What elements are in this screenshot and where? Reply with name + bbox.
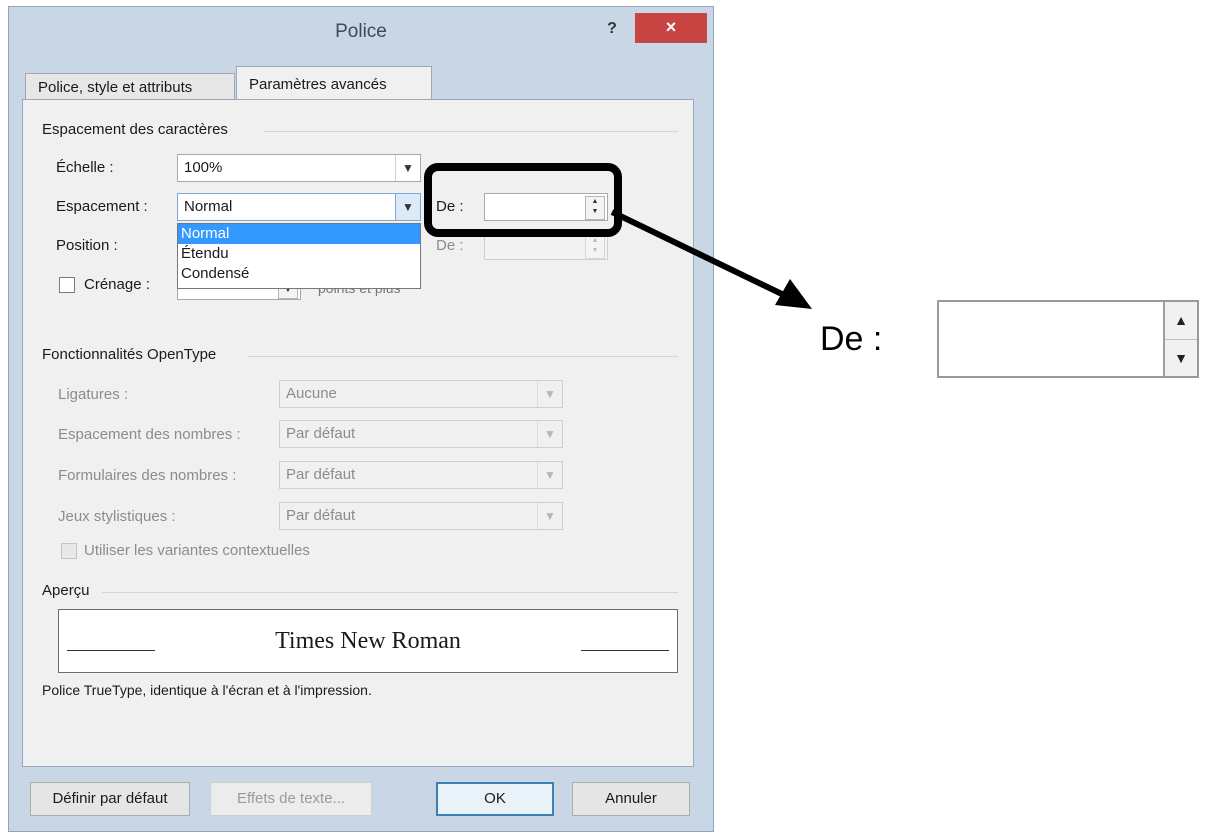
callout-arrow (610, 209, 812, 309)
arrow-down-icon: ▼ (1174, 350, 1188, 366)
zoom-by-input: ▲ ▼ (937, 300, 1199, 378)
arrow-up-icon: ▲ (1165, 302, 1197, 340)
zoom-by-label: De : (820, 320, 883, 358)
callout-arrow-line (610, 209, 788, 299)
zoom-spin-buttons: ▲ ▼ (1163, 302, 1197, 376)
